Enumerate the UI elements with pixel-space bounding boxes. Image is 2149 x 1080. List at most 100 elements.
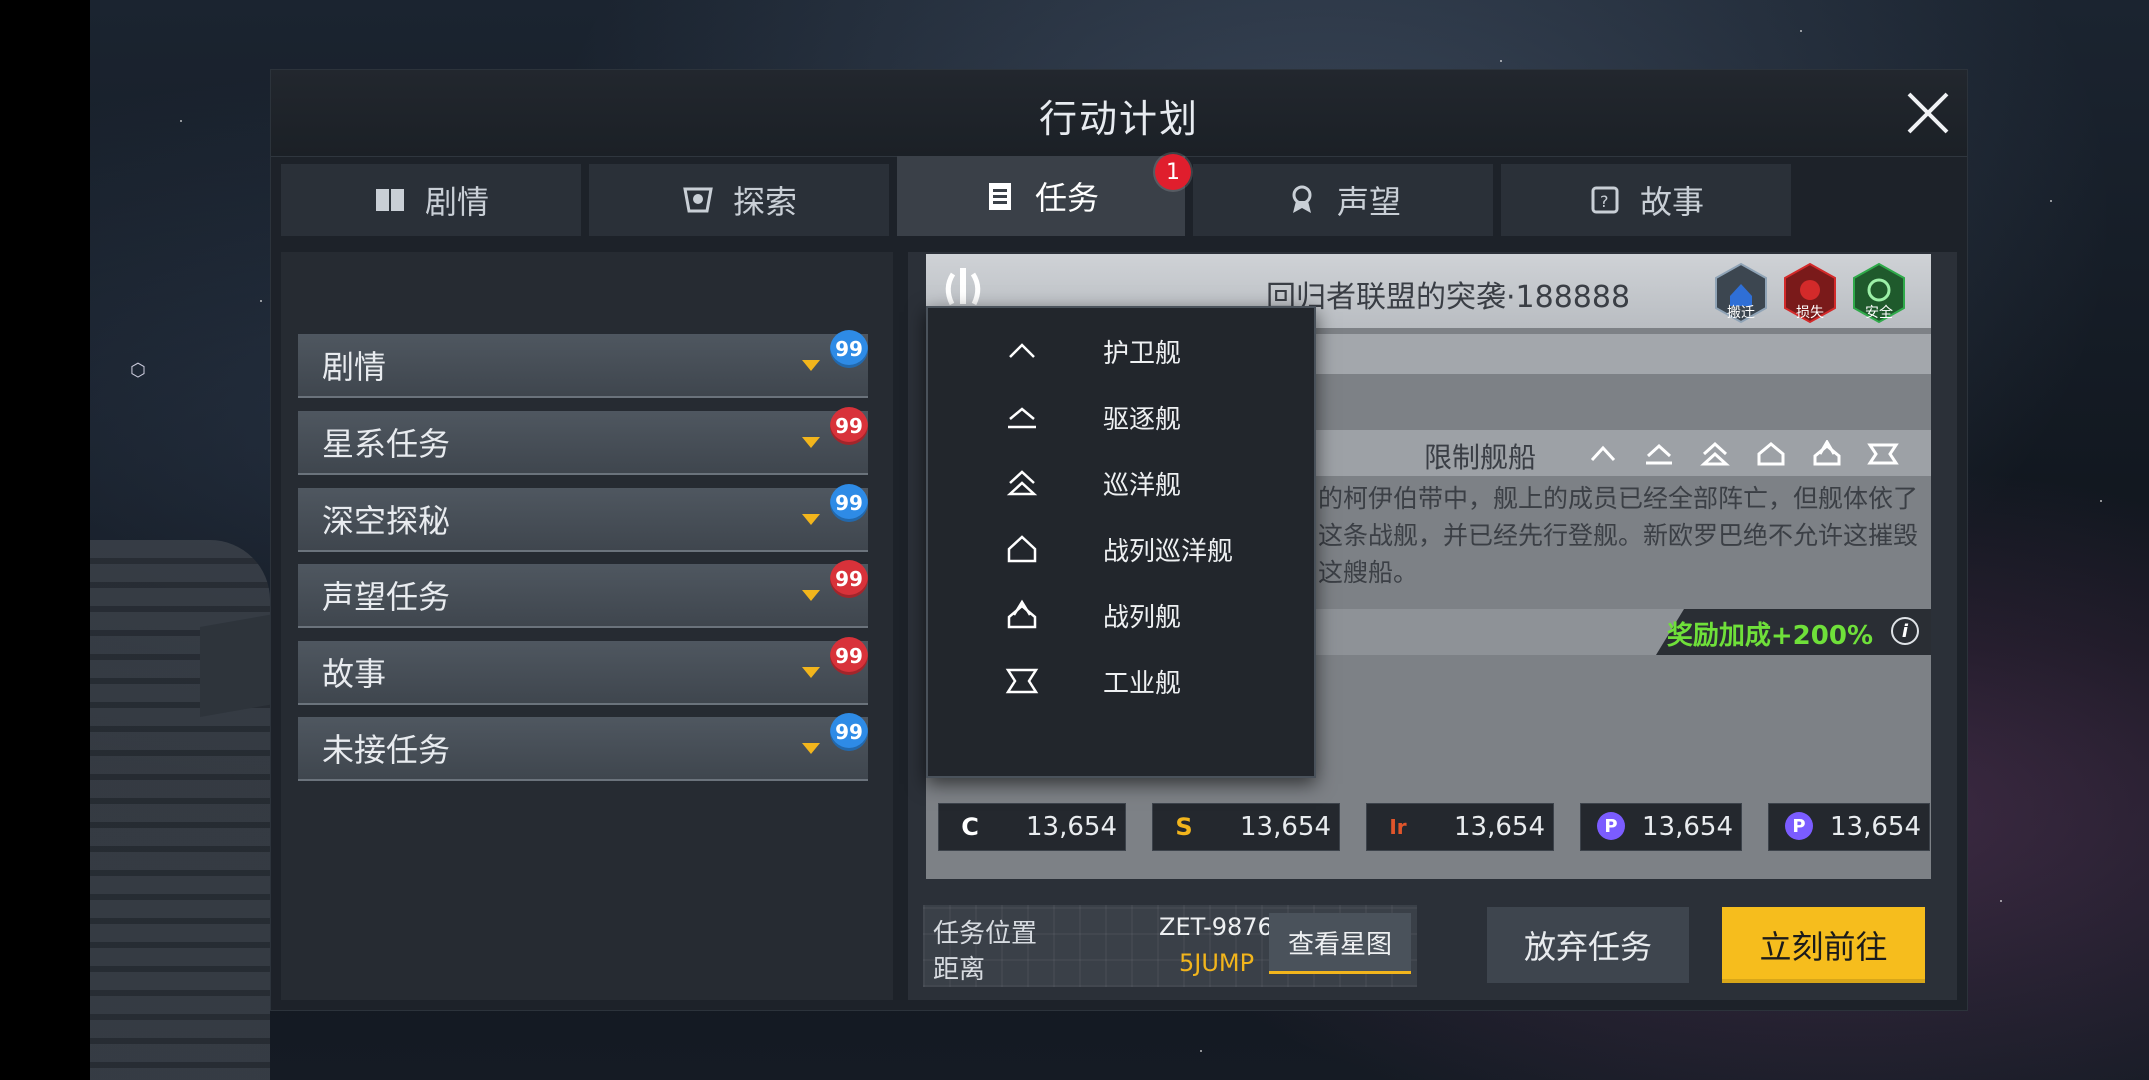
ship-type-label: 巡洋舰 <box>1103 470 1182 501</box>
abandon-mission-button[interactable]: 放弃任务 <box>1487 907 1689 983</box>
category-label: 故事 <box>322 655 387 693</box>
close-icon <box>1907 92 1949 134</box>
ship-type-option[interactable]: 护卫舰 <box>928 318 1314 384</box>
book-icon <box>375 189 404 211</box>
tab-story[interactable]: ? 故事 <box>1501 164 1791 236</box>
mission-location-box: 任务位置 距离 ZET-9876 5JUMP 查看星图 <box>923 905 1417 987</box>
category-label: 星系任务 <box>322 425 451 463</box>
category-count-badge: 99 <box>830 637 868 675</box>
ship-type-option[interactable]: 工业舰 <box>928 648 1314 714</box>
reputation-medal-icon <box>1292 185 1312 213</box>
ship-type-label: 战列巡洋舰 <box>1103 536 1234 567</box>
dialog-header: 行动计划 <box>271 70 1967 157</box>
ship-type-label: 护卫舰 <box>1103 338 1182 369</box>
dialog-title: 行动计划 <box>1038 97 1199 141</box>
ship-type-label: 战列舰 <box>1103 602 1182 633</box>
ship-type-label: 驱逐舰 <box>1103 404 1182 435</box>
resource-item: S 13,654 <box>1152 803 1340 851</box>
expand-arrow-icon <box>802 437 820 448</box>
explore-icon <box>683 187 713 213</box>
resource-value: 13,654 <box>1454 812 1545 842</box>
category-count-badge: 99 <box>830 407 868 445</box>
category-label: 剧情 <box>322 348 387 386</box>
category-item[interactable]: 星系任务 99 <box>298 407 868 475</box>
reward-bonus-text: 奖励加成+200% <box>1666 621 1873 651</box>
tab-plot[interactable]: 剧情 <box>281 164 581 236</box>
distance-label: 距离 <box>933 955 986 985</box>
ship-type-option[interactable]: 巡洋舰 <box>928 450 1314 516</box>
tab-task[interactable]: 任务 1 <box>897 154 1191 236</box>
battleship-icon <box>1813 440 1841 466</box>
point-icon: P <box>1597 812 1625 840</box>
svg-text:?: ? <box>1600 192 1609 211</box>
resource-value: 13,654 <box>1026 812 1117 842</box>
mission-description: 的柯伊伯带中，舰上的成员已经全部阵亡，但舰体依了这条战舰，并已经先行登舰。新欧罗… <box>1318 484 1919 587</box>
point-icon: P <box>1785 812 1813 840</box>
location-label: 任务位置 <box>933 919 1038 949</box>
category-item[interactable]: 声望任务 99 <box>298 560 868 628</box>
ship-type-option[interactable]: 驱逐舰 <box>928 384 1314 450</box>
tab-label: 任务 <box>1034 179 1099 217</box>
category-list: 剧情 99 星系任务 99 深空探秘 99 声望任务 99 故事 99 未接任务… <box>281 252 893 1000</box>
ship-type-dropdown: 护卫舰 驱逐舰 巡洋舰 战列巡洋舰 战列舰 工业舰 <box>926 306 1316 778</box>
restricted-ship-icons <box>1586 440 1900 468</box>
tab-explore[interactable]: 探索 <box>589 164 889 236</box>
loss-status-icon[interactable]: 损失 <box>1781 262 1839 324</box>
category-count-badge: 99 <box>830 330 868 368</box>
distance-value: 5JUMP <box>1179 949 1255 977</box>
info-icon[interactable]: i <box>1891 617 1919 645</box>
restricted-ships-label: 限制舰船 <box>1424 441 1537 474</box>
resource-item: P 13,654 <box>1580 803 1742 851</box>
tab-reputation[interactable]: 声望 <box>1193 164 1493 236</box>
tab-notification-badge: 1 <box>1155 154 1191 190</box>
category-label: 声望任务 <box>322 578 451 616</box>
cruiser-icon <box>1006 470 1038 496</box>
destroyer-icon <box>1008 407 1036 429</box>
category-item[interactable]: 未接任务 99 <box>298 713 868 781</box>
expand-arrow-icon <box>802 360 820 371</box>
battlecruiser-icon <box>1007 535 1037 563</box>
expand-arrow-icon <box>802 590 820 601</box>
frigate-icon <box>1009 343 1035 358</box>
category-count-badge: 99 <box>830 560 868 598</box>
mission-title: 回归者联盟的突袭·188888 <box>1266 280 1631 315</box>
category-label: 深空探秘 <box>322 502 451 540</box>
go-now-button[interactable]: 立刻前往 <box>1722 907 1925 983</box>
view-starmap-button[interactable]: 查看星图 <box>1269 913 1411 974</box>
faction-logo-icon <box>945 268 981 306</box>
destroyer-icon <box>1646 443 1672 465</box>
industrial-icon <box>1867 443 1899 465</box>
status-label: 损失 <box>1796 305 1824 321</box>
ship-type-option[interactable]: 战列舰 <box>928 582 1314 648</box>
hexagon-marker-icon[interactable]: ⬡ <box>130 360 146 381</box>
resource-item: Ir 13,654 <box>1366 803 1554 851</box>
close-button[interactable] <box>1901 86 1955 140</box>
resource-value: 13,654 <box>1642 812 1733 842</box>
cruiser-icon <box>1700 441 1730 466</box>
expand-arrow-icon <box>802 743 820 754</box>
category-item[interactable]: 故事 99 <box>298 637 868 705</box>
industrial-icon <box>1005 668 1039 694</box>
relocate-status-icon[interactable]: 搬迁 <box>1712 262 1770 324</box>
tab-label: 声望 <box>1336 183 1401 221</box>
tab-label: 剧情 <box>424 183 489 221</box>
space-station-arm <box>200 612 280 718</box>
resource-row: C 13,654 S 13,654 Ir 13,654 P 13,654 P 1… <box>938 803 1930 851</box>
status-label: 搬迁 <box>1727 305 1755 321</box>
category-count-badge: 99 <box>830 484 868 522</box>
battleship-icon <box>1007 599 1037 629</box>
ship-type-option[interactable]: 战列巡洋舰 <box>928 516 1314 582</box>
ship-type-label: 工业舰 <box>1103 668 1182 699</box>
frigate-icon <box>1590 445 1616 462</box>
resource-item: C 13,654 <box>938 803 1126 851</box>
tab-bar: 剧情 探索 任务 1 声望 ? 故事 <box>281 154 1957 236</box>
category-item[interactable]: 深空探秘 99 <box>298 484 868 552</box>
expand-arrow-icon <box>802 514 820 525</box>
safe-status-icon[interactable]: 安全 <box>1850 262 1908 324</box>
silicon-icon: S <box>1175 813 1193 841</box>
category-item[interactable]: 剧情 99 <box>298 330 868 398</box>
resource-item: P 13,654 <box>1768 803 1930 851</box>
category-count-badge: 99 <box>830 713 868 751</box>
resource-value: 13,654 <box>1830 812 1921 842</box>
category-label: 未接任务 <box>322 731 451 769</box>
